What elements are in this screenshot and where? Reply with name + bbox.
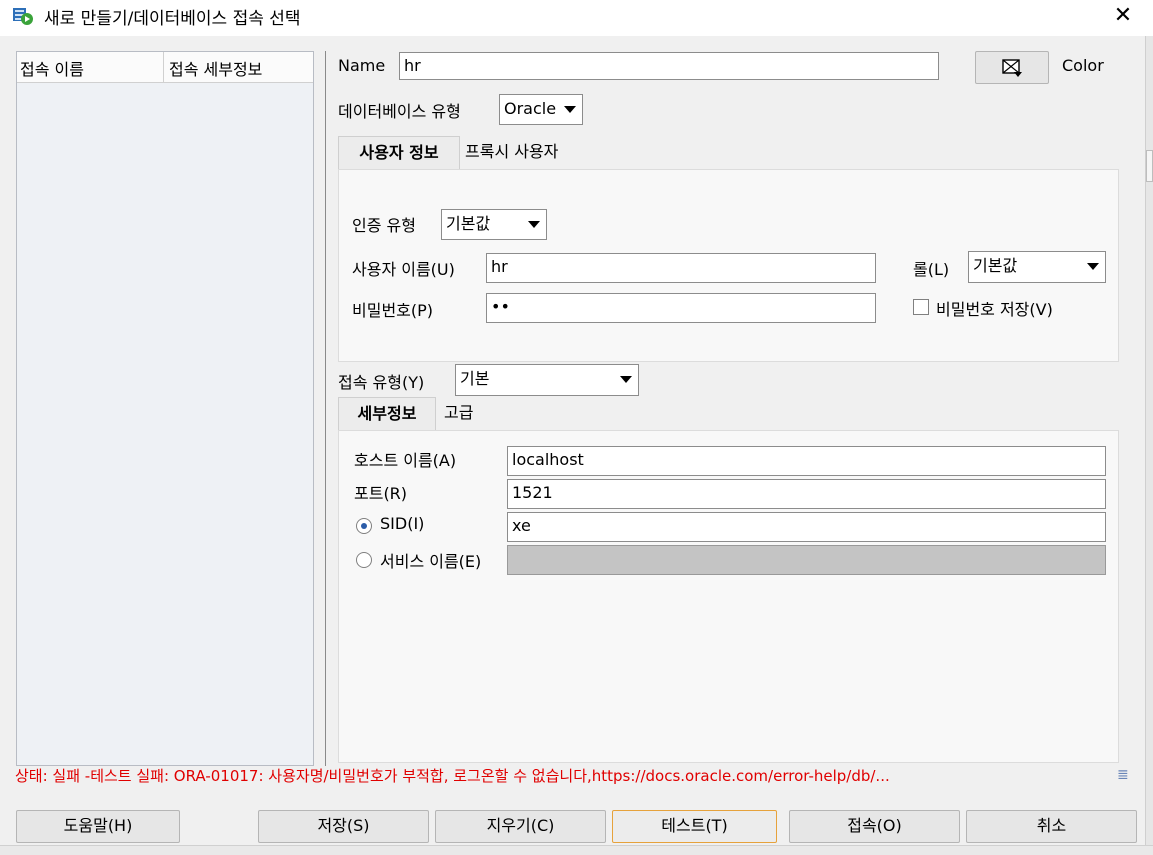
auth-type-label: 인증 유형 <box>352 216 416 235</box>
sid-input[interactable]: xe <box>507 512 1106 542</box>
host-label: 호스트 이름(A) <box>354 451 457 470</box>
db-type-label: 데이터베이스 유형 <box>338 102 461 121</box>
role-value: 기본값 <box>973 256 1018 275</box>
tab-proxy-user[interactable]: 프록시 사용자 <box>465 136 558 168</box>
conn-type-select[interactable]: 기본 <box>455 364 639 396</box>
save-password-label[interactable]: 비밀번호 저장(V) <box>936 296 1053 320</box>
db-type-value: Oracle <box>504 99 557 118</box>
save-button[interactable]: 저장(S) <box>258 810 429 843</box>
service-name-input <box>507 545 1106 575</box>
resize-handle[interactable] <box>1146 150 1153 182</box>
chevron-down-icon <box>1087 263 1099 270</box>
save-password-checkbox[interactable] <box>913 299 929 315</box>
color-label: Color <box>1062 56 1104 75</box>
window-bottom-edge <box>0 845 1153 855</box>
connection-list-header: 접속 이름 접속 세부정보 <box>17 52 313 83</box>
password-input[interactable]: •• <box>486 293 876 323</box>
db-type-select[interactable]: Oracle <box>499 94 583 125</box>
service-name-label[interactable]: 서비스 이름(E) <box>380 548 481 572</box>
chevron-down-icon <box>620 376 632 383</box>
tab-user-info[interactable]: 사용자 정보 <box>338 136 460 170</box>
clear-button[interactable]: 지우기(C) <box>435 810 606 843</box>
username-input[interactable]: hr <box>486 253 876 283</box>
conn-type-label: 접속 유형(Y) <box>338 373 425 392</box>
close-icon[interactable]: ✕ <box>1108 2 1138 30</box>
status-message: 상태: 실패 -테스트 실패: ORA-01017: 사용자명/비밀번호가 부적… <box>15 767 890 785</box>
title-bar: 새로 만들기/데이터베이스 접속 선택 ✕ <box>0 0 1153 36</box>
column-separator <box>163 52 164 82</box>
test-button[interactable]: 테스트(T) <box>612 810 777 843</box>
name-input[interactable]: hr <box>399 52 939 80</box>
column-connection-details[interactable]: 접속 세부정보 <box>169 56 262 80</box>
sid-radio[interactable] <box>356 518 372 534</box>
help-button[interactable]: 도움말(H) <box>16 810 180 843</box>
role-select[interactable]: 기본값 <box>968 251 1106 283</box>
tab-advanced[interactable]: 고급 <box>444 397 473 429</box>
auth-type-select[interactable]: 기본값 <box>441 209 547 240</box>
details-list-icon[interactable]: ≣ <box>1117 767 1129 783</box>
auth-type-value: 기본값 <box>446 214 491 233</box>
username-label: 사용자 이름(U) <box>352 260 455 279</box>
chevron-down-icon <box>528 221 540 228</box>
window-title: 새로 만들기/데이터베이스 접속 선택 <box>44 9 301 29</box>
port-input[interactable]: 1521 <box>507 479 1106 509</box>
role-label: 롤(L) <box>913 260 950 279</box>
connection-list[interactable]: 접속 이름 접속 세부정보 <box>16 51 314 766</box>
color-button[interactable] <box>975 51 1049 84</box>
database-connect-icon <box>13 8 33 25</box>
color-picker-icon <box>1002 59 1022 77</box>
conn-type-value: 기본 <box>460 369 490 388</box>
chevron-down-icon <box>564 106 576 113</box>
column-connection-name[interactable]: 접속 이름 <box>20 56 84 80</box>
service-name-radio[interactable] <box>356 552 372 568</box>
tab-details[interactable]: 세부정보 <box>338 397 436 431</box>
password-label: 비밀번호(P) <box>352 301 434 320</box>
name-label: Name <box>338 56 386 75</box>
host-input[interactable]: localhost <box>507 446 1106 476</box>
cancel-button[interactable]: 취소 <box>966 810 1137 843</box>
split-divider[interactable] <box>325 51 326 766</box>
connect-button[interactable]: 접속(O) <box>789 810 960 843</box>
port-label: 포트(R) <box>354 484 408 503</box>
sid-label[interactable]: SID(I) <box>380 514 424 533</box>
